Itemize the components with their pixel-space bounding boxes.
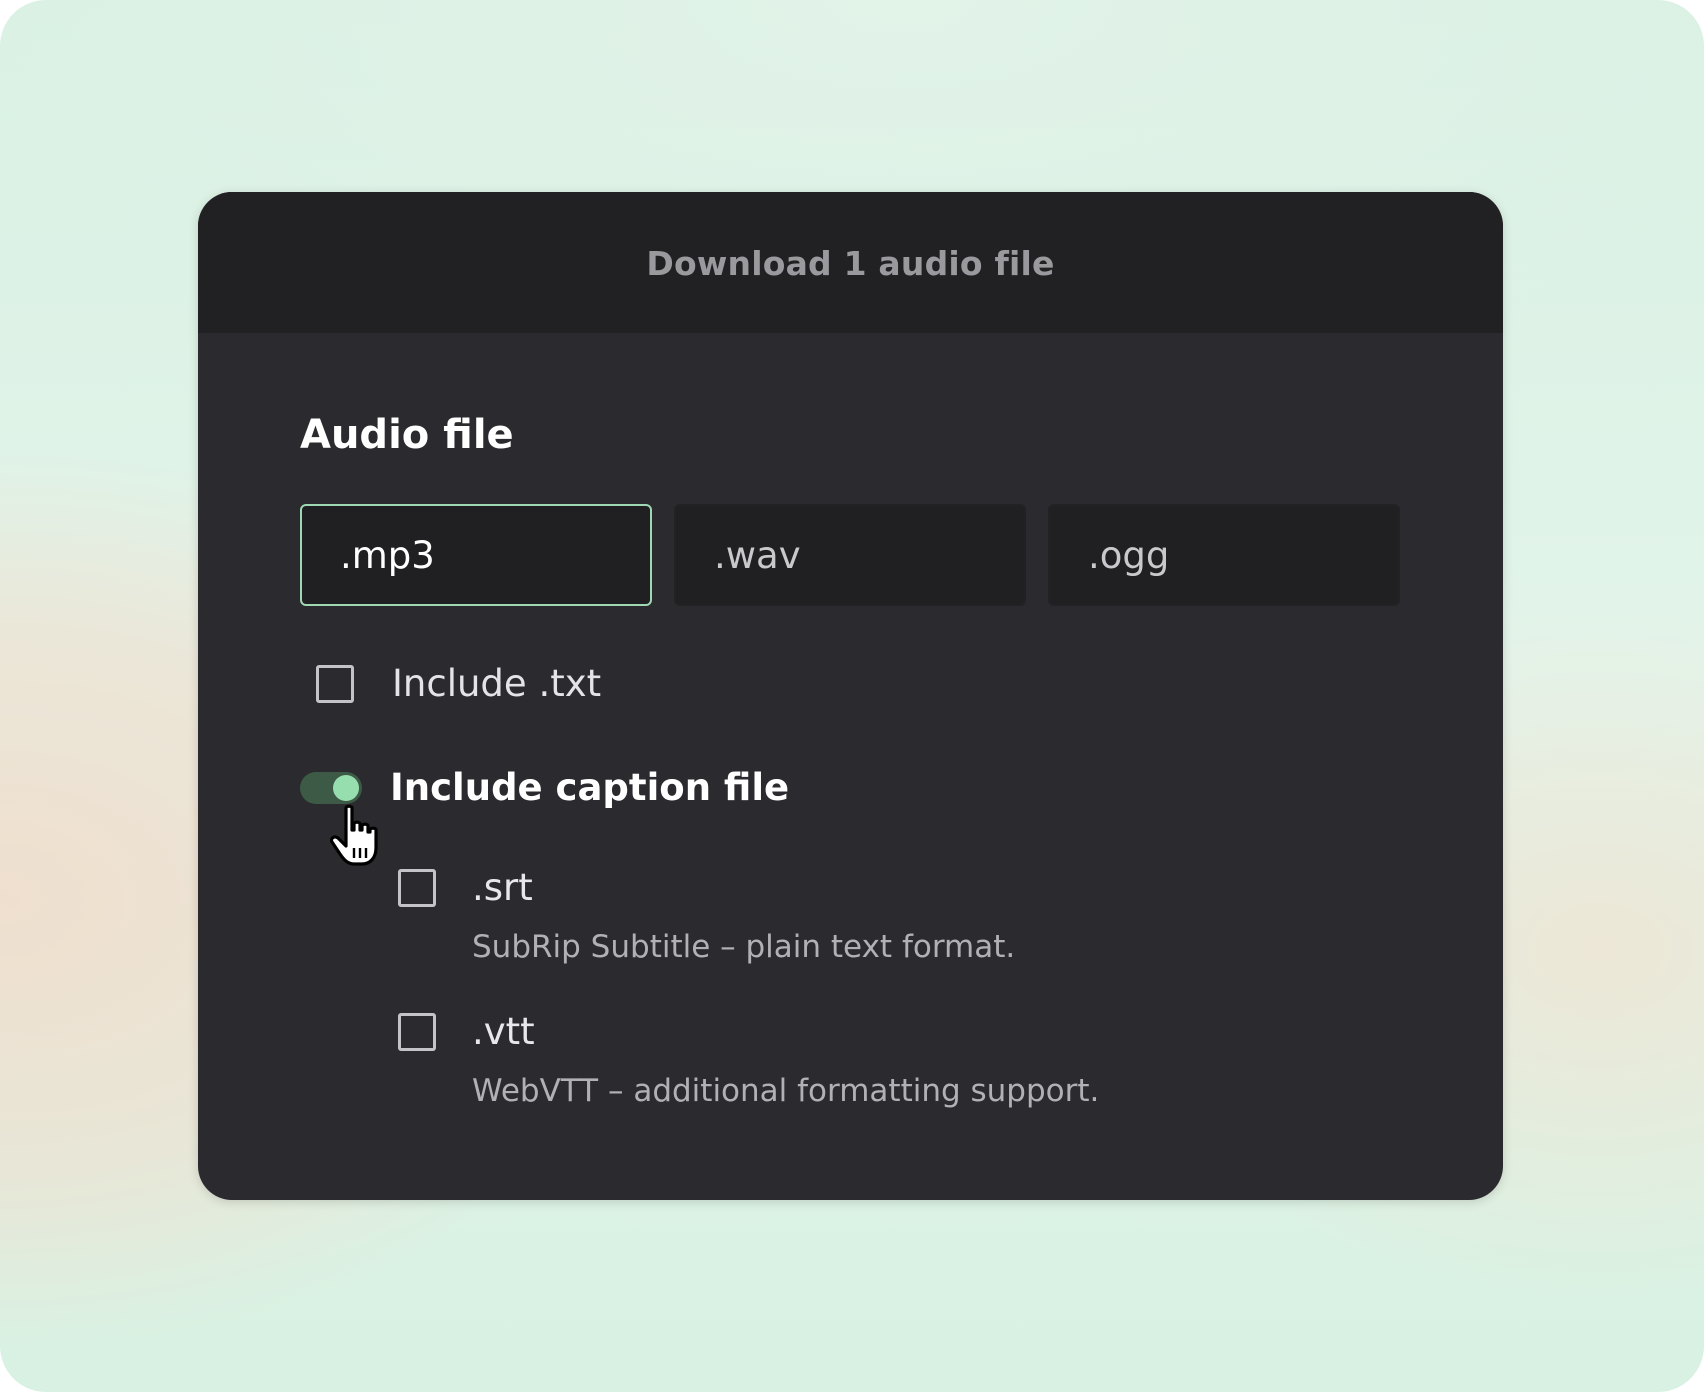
vtt-description: WebVTT – additional formatting support. — [472, 1073, 1100, 1109]
dialog-title: Download 1 audio file — [646, 244, 1055, 283]
format-option-ogg[interactable]: .ogg — [1048, 504, 1400, 606]
toggle-knob — [333, 774, 359, 801]
format-option-mp3[interactable]: .mp3 — [300, 504, 652, 606]
dialog-header: Download 1 audio file — [198, 192, 1503, 333]
caption-option-vtt: .vtt WebVTT – additional formatting supp… — [398, 1010, 1099, 1109]
include-txt-checkbox[interactable] — [316, 664, 354, 703]
audio-format-group: .mp3 .wav .ogg — [300, 504, 1400, 606]
srt-description: SubRip Subtitle – plain text format. — [472, 929, 1016, 965]
format-option-wav[interactable]: .wav — [674, 504, 1026, 606]
include-caption-label[interactable]: Include caption file — [390, 766, 789, 809]
vtt-label[interactable]: .vtt — [472, 1010, 535, 1053]
background: Download 1 audio file Audio file .mp3 .w… — [0, 0, 1704, 1392]
download-dialog: Download 1 audio file Audio file .mp3 .w… — [198, 192, 1503, 1200]
include-caption-row[interactable]: Include caption file — [300, 766, 789, 809]
vtt-checkbox[interactable] — [398, 1012, 436, 1051]
hand-pointer-icon — [329, 804, 378, 866]
audio-file-heading: Audio file — [300, 412, 514, 458]
caption-option-srt: .srt SubRip Subtitle – plain text format… — [398, 866, 1015, 965]
srt-checkbox[interactable] — [398, 868, 436, 907]
include-caption-toggle[interactable] — [300, 771, 362, 804]
include-txt-label[interactable]: Include .txt — [392, 662, 601, 705]
srt-label[interactable]: .srt — [472, 866, 533, 909]
include-txt-row[interactable]: Include .txt — [316, 662, 601, 705]
